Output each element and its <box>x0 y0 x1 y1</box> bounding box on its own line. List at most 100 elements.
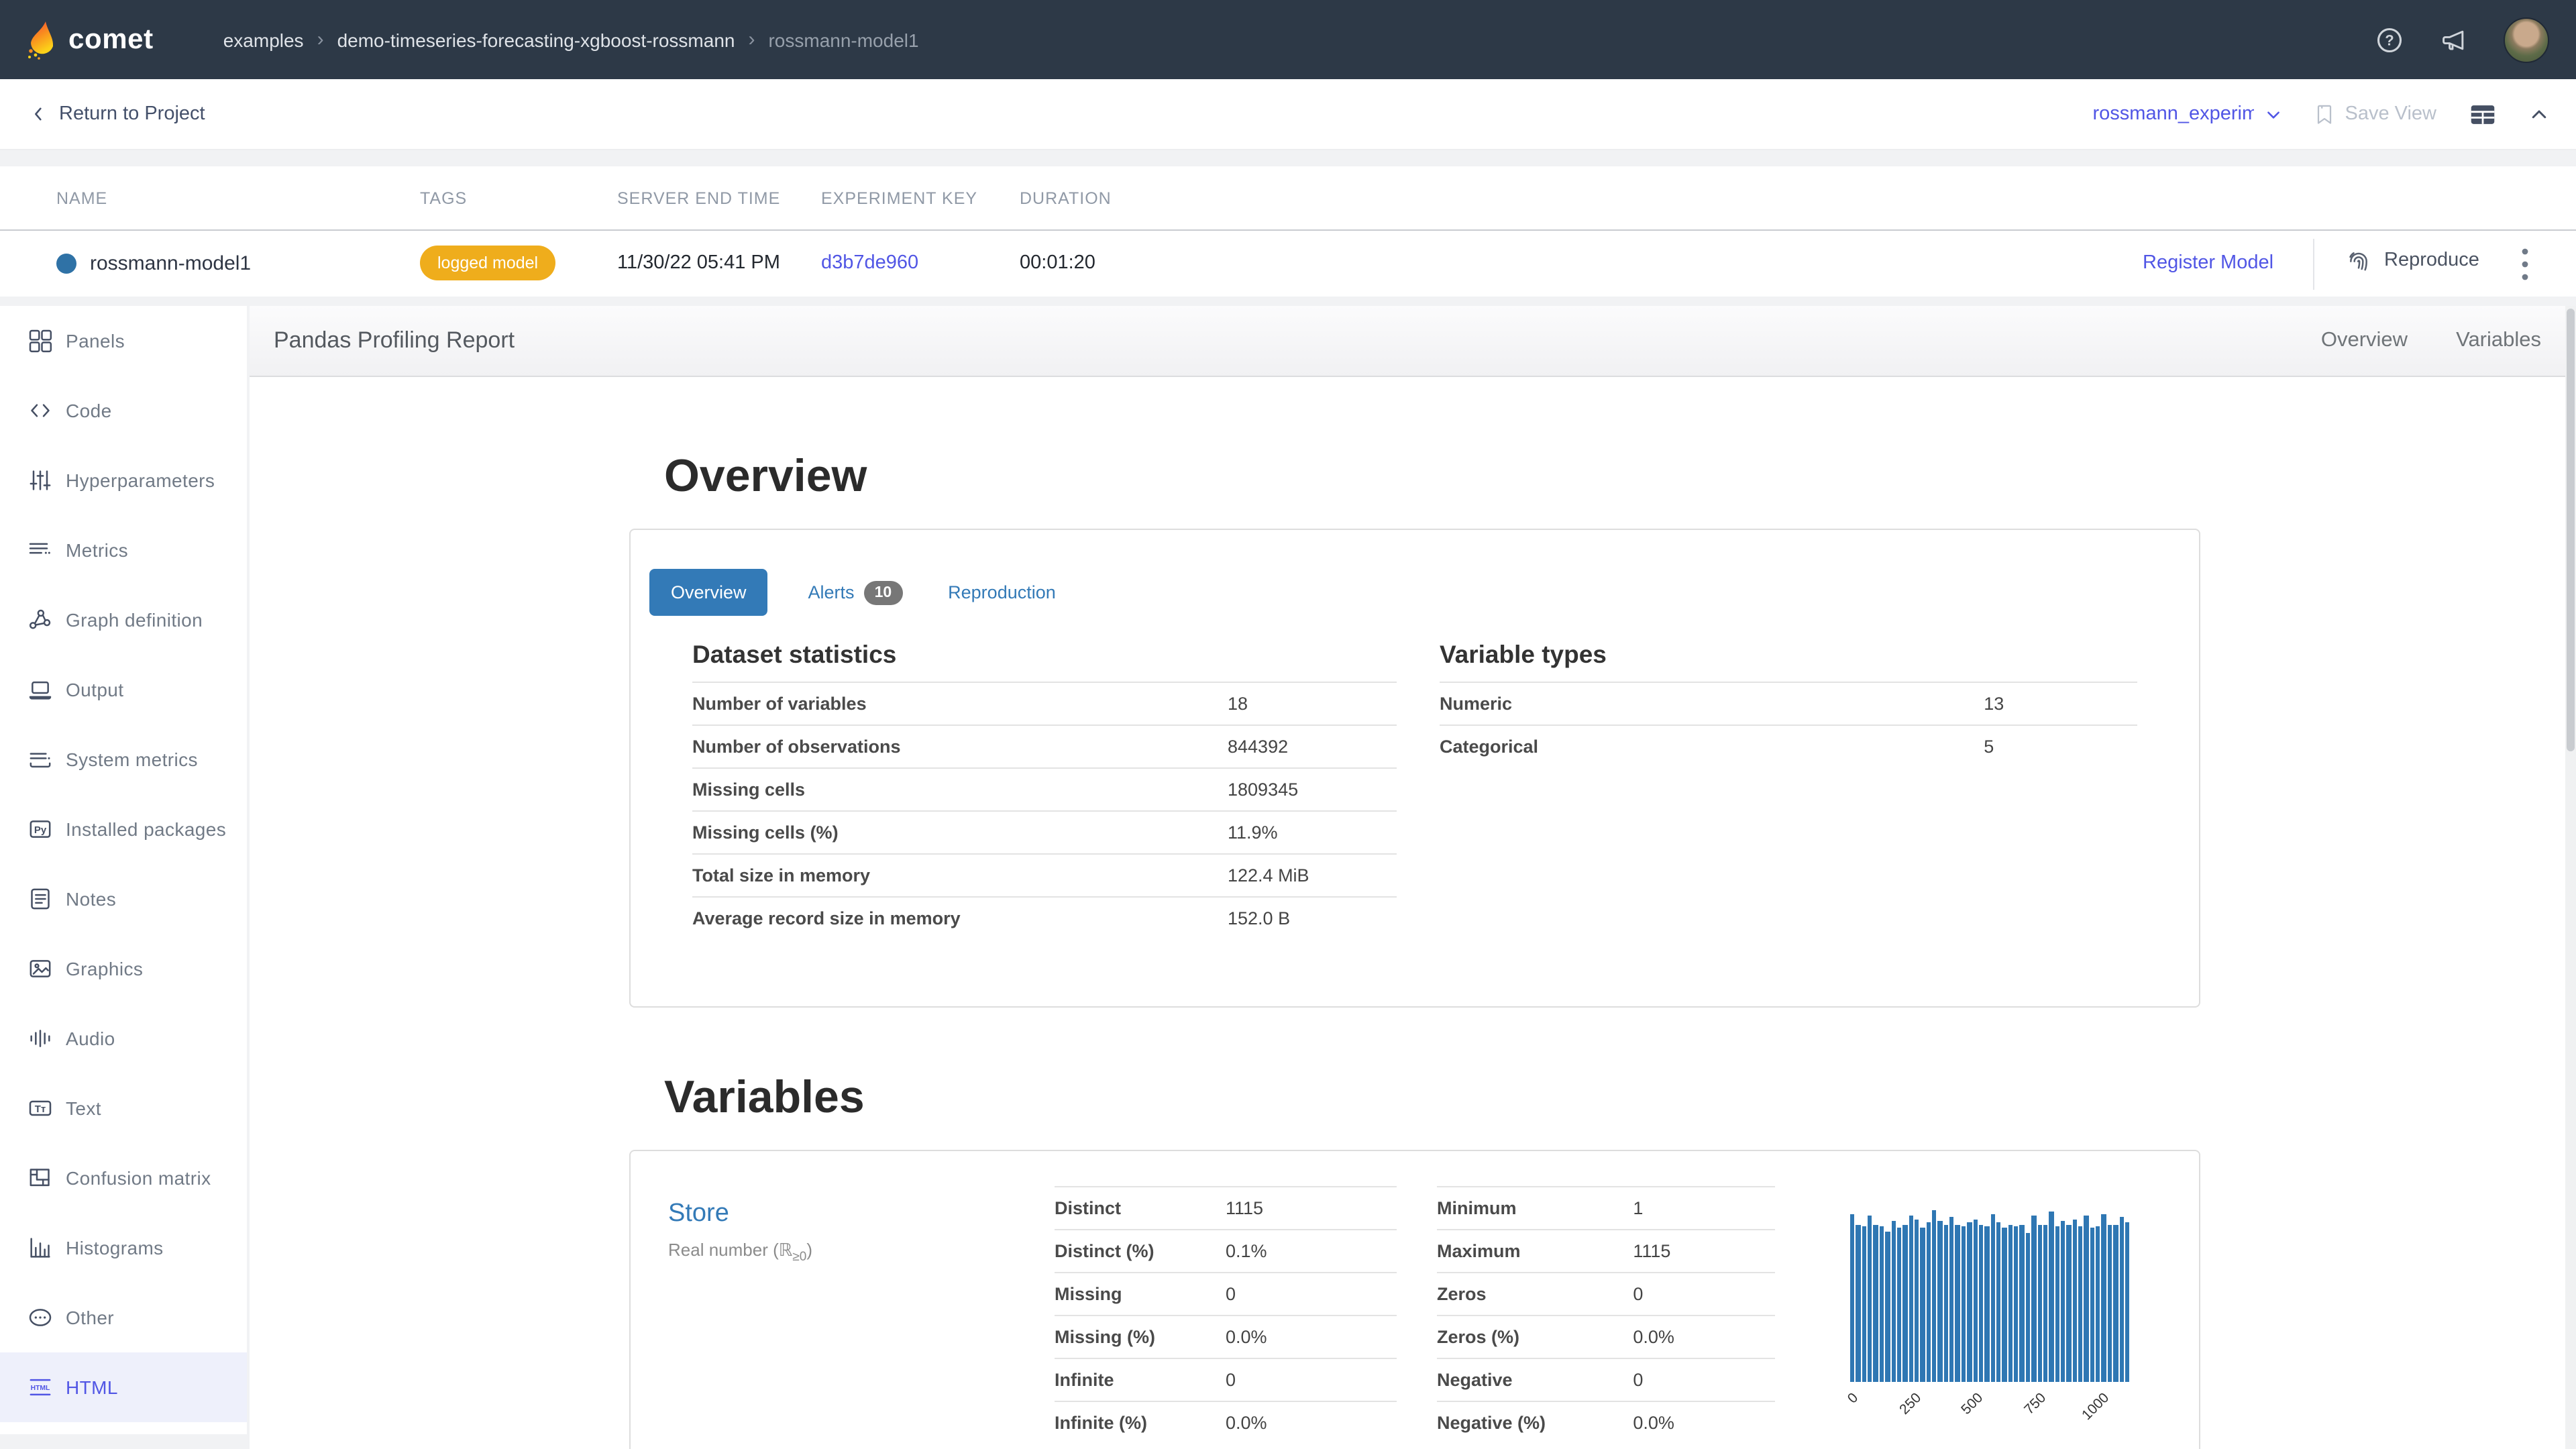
confusion-icon <box>27 1165 54 1191</box>
sidebar-item-confusion-matrix[interactable]: Confusion matrix <box>0 1143 247 1213</box>
sidebar-item-label: Confusion matrix <box>66 1167 211 1189</box>
store-variable-link[interactable]: Store <box>668 1199 729 1229</box>
histogram-bar <box>2102 1214 2106 1382</box>
sidebar-item-label: Graphics <box>66 958 143 979</box>
tab-alerts[interactable]: Alerts 10 <box>808 580 903 604</box>
metrics-icon <box>27 537 54 564</box>
stat-row: Missing cells1809345 <box>692 767 1397 810</box>
report-nav-overview[interactable]: Overview <box>2321 329 2408 353</box>
sidebar-item-output[interactable]: Output <box>0 655 247 724</box>
table-layout-icon[interactable] <box>2469 101 2497 127</box>
histogram-bar <box>1891 1221 1896 1382</box>
histogram-bar <box>1996 1222 2001 1382</box>
report-panel-header: Pandas Profiling Report Overview Variabl… <box>250 306 2565 377</box>
sidebar-item-text[interactable]: TтText <box>0 1073 247 1143</box>
top-navigation-bar: comet examples › demo-timeseries-forecasti… <box>0 0 2576 79</box>
report-scrollbar-thumb[interactable] <box>2567 309 2575 751</box>
histogram-bar <box>1973 1220 1978 1382</box>
sidebar-item-code[interactable]: Code <box>0 376 247 445</box>
tab-overview[interactable]: Overview <box>649 569 768 616</box>
sidebar-item-metrics[interactable]: Metrics <box>0 515 247 585</box>
experiment-sidebar: PanelsCodeHyperparametersMetricsGraph de… <box>0 306 247 1434</box>
column-header-server-end-time[interactable]: SERVER END TIME <box>617 189 780 208</box>
sidebar-item-other[interactable]: Other <box>0 1283 247 1352</box>
stat-row: Distinct (%)0.1% <box>1055 1229 1397 1272</box>
experiment-table-row[interactable]: rossmann-model1 logged model 11/30/22 05… <box>0 231 2576 297</box>
histogram-bar <box>2002 1228 2007 1382</box>
histograms-icon <box>27 1234 54 1261</box>
tab-reproduction[interactable]: Reproduction <box>948 582 1056 602</box>
experiment-name[interactable]: rossmann-model1 <box>90 252 251 275</box>
sysmetrics-icon <box>27 746 54 773</box>
register-model-button[interactable]: Register Model <box>2143 252 2273 274</box>
histogram-bar <box>1856 1225 1861 1382</box>
announcements-megaphone-icon[interactable] <box>2439 25 2469 54</box>
sidebar-item-histograms[interactable]: Histograms <box>0 1213 247 1283</box>
sidebar-item-audio[interactable]: Audio <box>0 1004 247 1073</box>
stat-row: Minimum1 <box>1437 1186 1775 1229</box>
user-avatar[interactable] <box>2504 17 2549 62</box>
experiment-key-link[interactable]: d3b7de960 <box>821 252 918 274</box>
dataset-statistics-table: Number of variables18Number of observati… <box>692 682 1397 939</box>
stat-row: Zeros0 <box>1437 1272 1775 1315</box>
code-icon <box>27 397 54 424</box>
overview-tabs: Overview Alerts 10 Reproduction <box>649 569 1056 616</box>
histogram-bar <box>2014 1226 2019 1382</box>
help-icon[interactable]: ? <box>2375 25 2404 54</box>
histogram-bar <box>2084 1216 2089 1382</box>
sidebar-item-installed-packages[interactable]: PyInstalled packages <box>0 794 247 864</box>
experiment-view-selector[interactable]: rossmann_experim <box>2093 103 2282 125</box>
collapse-chevron-up-icon[interactable] <box>2529 104 2549 124</box>
sidebar-item-system-metrics[interactable]: System metrics <box>0 724 247 794</box>
stat-label: Minimum <box>1437 1198 1517 1218</box>
sidebar-item-label: Notes <box>66 888 116 910</box>
stat-value: 0 <box>1633 1284 1643 1304</box>
stat-value: 0.0% <box>1633 1413 1674 1433</box>
sidebar-item-label: Other <box>66 1307 114 1328</box>
sidebar-item-notes[interactable]: Notes <box>0 864 247 934</box>
column-header-name[interactable]: NAME <box>56 189 107 208</box>
stat-value: 1115 <box>1226 1198 1263 1218</box>
stat-row: Categorical5 <box>1440 724 2137 767</box>
comet-logo[interactable]: comet <box>24 19 154 60</box>
stat-row: Missing0 <box>1055 1272 1397 1315</box>
stat-label: Numeric <box>1440 694 1512 714</box>
reproduce-button[interactable]: Reproduce <box>2345 247 2479 274</box>
stat-row: Negative (%)0.0% <box>1437 1401 1775 1444</box>
stat-label: Average record size in memory <box>692 908 961 928</box>
histogram-bar <box>2113 1225 2118 1382</box>
sidebar-item-hyperparameters[interactable]: Hyperparameters <box>0 445 247 515</box>
experiment-toolbar: Return to Project rossmann_experim Save … <box>0 79 2576 150</box>
sidebar-item-html[interactable]: HTMLHTML <box>0 1352 247 1422</box>
sidebar-item-graphics[interactable]: Graphics <box>0 934 247 1004</box>
alerts-count-badge: 10 <box>864 580 903 604</box>
sidebar-item-graph-definition[interactable]: Graph definition <box>0 585 247 655</box>
report-nav-variables[interactable]: Variables <box>2456 329 2541 353</box>
row-kebab-menu-icon[interactable] <box>2512 244 2538 284</box>
breadcrumb-item[interactable]: demo-timeseries-forecasting-xgboost-ross… <box>337 29 735 50</box>
save-view-button[interactable]: Save View <box>2314 103 2437 125</box>
stat-row: Infinite (%)0.0% <box>1055 1401 1397 1444</box>
report-scrollbar-track[interactable] <box>2565 306 2576 1449</box>
sidebar-item-panels[interactable]: Panels <box>0 306 247 376</box>
column-header-duration[interactable]: DURATION <box>1020 189 1112 208</box>
variables-heading: Variables <box>664 1072 865 1124</box>
reproduce-label: Reproduce <box>2384 250 2479 271</box>
breadcrumb-separator-icon: › <box>317 28 324 51</box>
report-title: Pandas Profiling Report <box>274 327 515 354</box>
dataset-statistics-title: Dataset statistics <box>692 640 896 669</box>
column-header-tags[interactable]: TAGS <box>420 189 467 208</box>
histogram-bar <box>1949 1217 1954 1382</box>
stat-label: Total size in memory <box>692 865 870 885</box>
tab-alerts-label: Alerts <box>808 582 855 602</box>
histogram-bar <box>2108 1225 2112 1382</box>
stat-value: 1115 <box>1633 1241 1670 1261</box>
histogram-bar <box>2090 1228 2094 1382</box>
sidebar-item-label: HTML <box>66 1377 118 1398</box>
return-to-project-button[interactable]: Return to Project <box>30 79 205 149</box>
experiment-tag-badge[interactable]: logged model <box>420 246 555 280</box>
breadcrumb-item[interactable]: examples <box>223 29 304 50</box>
histogram-bar <box>2020 1225 2025 1382</box>
column-header-experiment-key[interactable]: EXPERIMENT KEY <box>821 189 977 208</box>
histogram-bar <box>2078 1226 2083 1382</box>
